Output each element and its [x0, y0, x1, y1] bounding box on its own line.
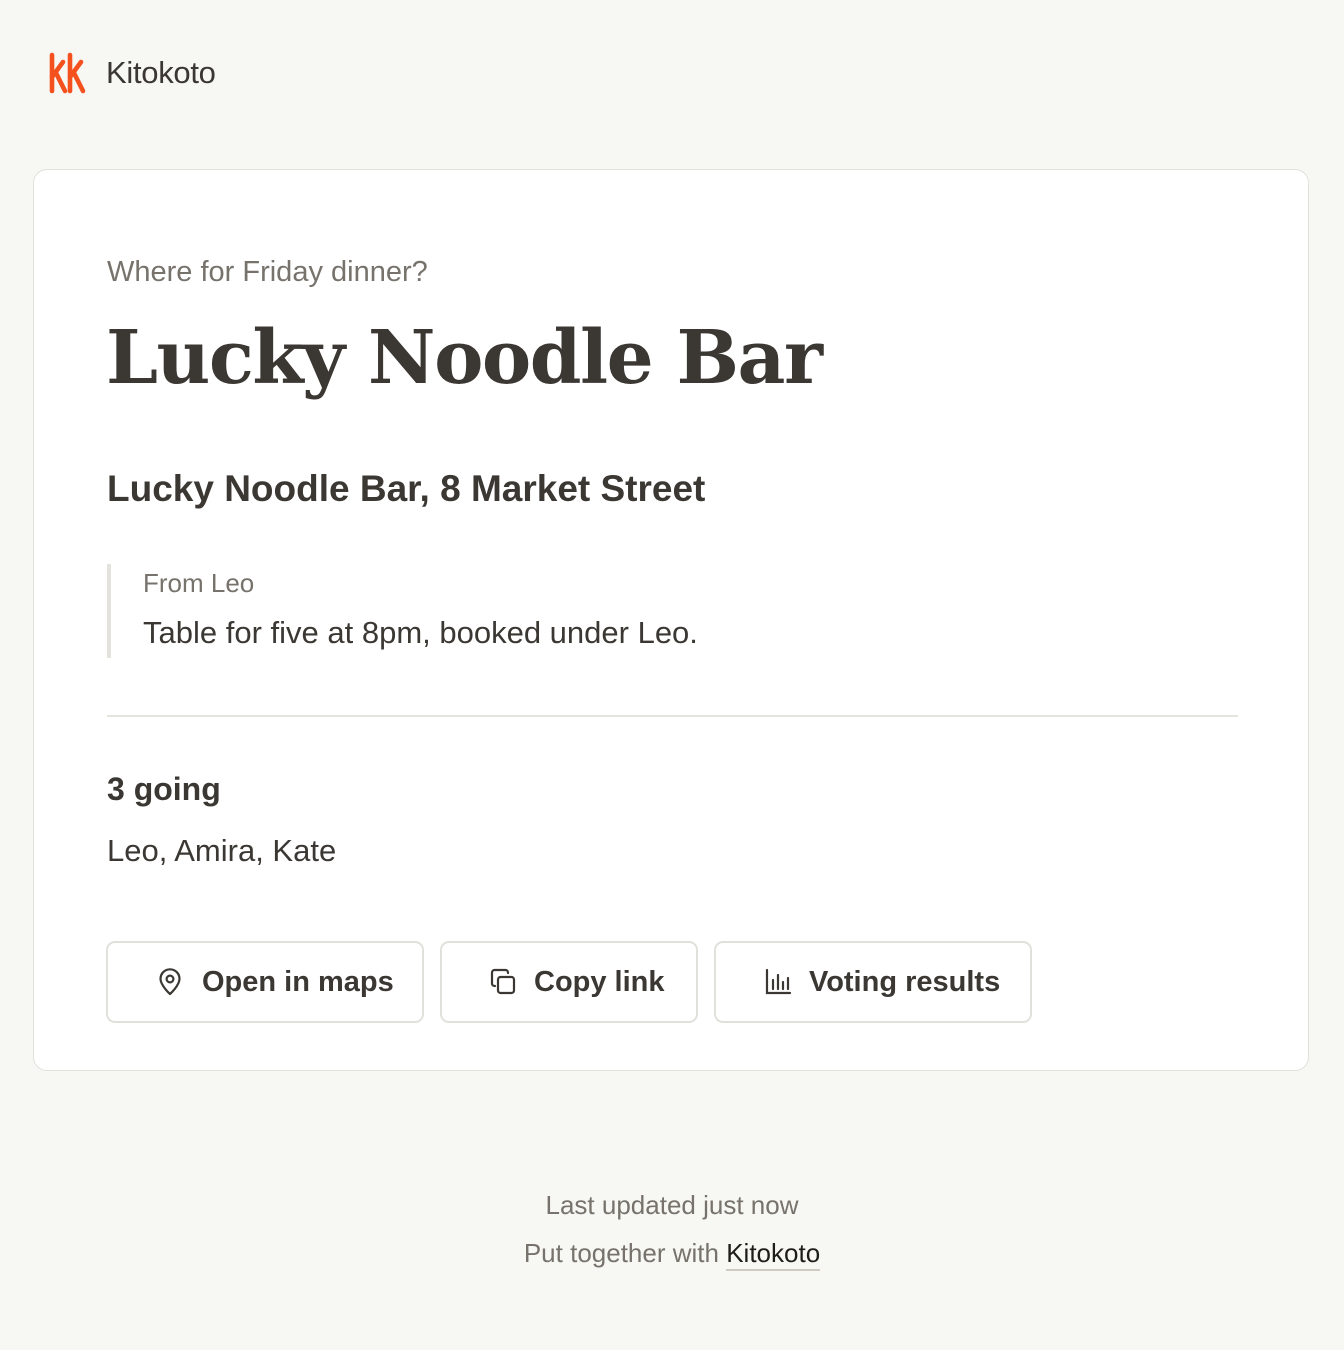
map-pin-icon — [155, 967, 185, 997]
venue-address: Lucky Noodle Bar, 8 Market Street — [107, 468, 706, 509]
open-in-maps-button[interactable]: Open in maps — [106, 941, 424, 1023]
brand-header: Kitokoto — [48, 50, 216, 96]
open-in-maps-label: Open in maps — [202, 965, 394, 998]
last-updated-text: Last updated just now — [545, 1190, 799, 1220]
poll-question: Where for Friday dinner? — [107, 256, 428, 288]
copy-link-button[interactable]: Copy link — [440, 941, 698, 1023]
voting-results-label: Voting results — [809, 965, 1001, 998]
copy-icon — [488, 967, 518, 997]
credit-prefix: Put together with — [523, 1238, 719, 1268]
attendee-count: 3 going — [107, 771, 221, 807]
winning-option-title: Lucky Noodle Bar — [106, 315, 823, 401]
bar-chart-icon — [763, 967, 793, 997]
note-author: From Leo — [143, 568, 255, 598]
kitokoto-link[interactable]: Kitokoto — [726, 1238, 821, 1271]
credit-line: Put together with Kitokoto — [0, 1235, 1344, 1271]
brand-name: Kitokoto — [106, 55, 216, 90]
divider — [107, 715, 1238, 717]
note-text: Table for five at 8pm, booked under Leo. — [143, 615, 698, 650]
attendee-names: Leo, Amira, Kate — [107, 833, 337, 868]
organizer-note: From Leo Table for five at 8pm, booked u… — [107, 564, 1007, 658]
decision-card: Where for Friday dinner? Lucky Noodle Ba… — [33, 169, 1309, 1071]
kk-logo-icon — [49, 52, 86, 94]
voting-results-button[interactable]: Voting results — [714, 941, 1032, 1023]
copy-link-label: Copy link — [534, 965, 665, 998]
